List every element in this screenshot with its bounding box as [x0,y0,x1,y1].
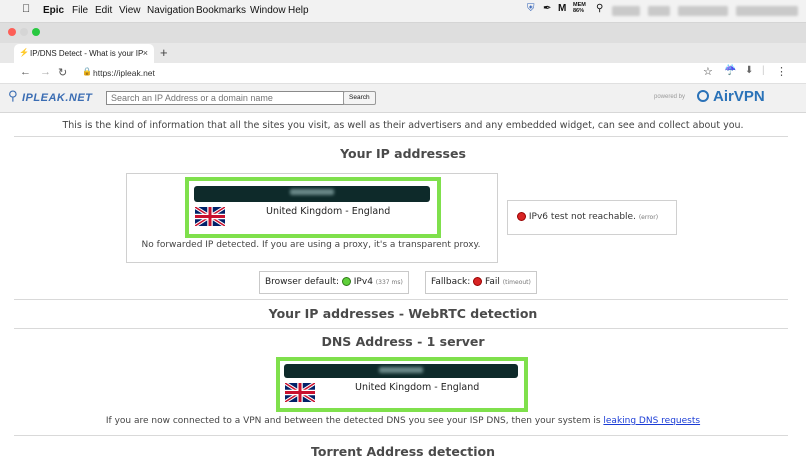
tab-title: IP/DNS Detect - What is your IP [30,49,144,58]
window-titlebar [0,23,806,43]
search-icon[interactable]: ⚲ [596,3,603,14]
redacted-dns [379,367,423,373]
divider [14,299,788,300]
ipv6-card: IPv6 test not reachable. (error) [507,200,677,235]
m-logo-icon[interactable]: M [558,3,566,14]
pen-icon[interactable]: ✒ [543,3,551,14]
status-error-dot [517,212,526,221]
info-text: This is the kind of information that all… [62,120,744,131]
back-arrow-icon[interactable]: ← [20,66,31,78]
blurred-status-item [648,6,670,16]
ip-section-heading: Your IP addresses [340,146,466,161]
favicon-icon: ⚡ [19,48,29,57]
menu-navigation[interactable]: Navigation [147,5,194,16]
divider [14,136,788,137]
menu-app-name[interactable]: Epic [43,5,64,16]
blurred-status-item [678,6,728,16]
reload-icon[interactable]: ↻ [58,66,67,79]
minimize-window-button[interactable] [20,28,28,36]
shield-icon[interactable]: ⛨ [527,3,535,14]
dns-heading: DNS Address - 1 server [321,334,485,349]
zoom-window-button[interactable] [32,28,40,36]
memory-status[interactable]: MEM 86% [573,2,586,14]
divider [14,328,788,329]
divider [14,435,788,436]
uk-flag-icon [195,207,225,226]
menu-bookmarks[interactable]: Bookmarks [196,5,246,16]
separator: | [762,65,765,76]
blurred-status-item [612,6,640,16]
uk-flag-icon [285,383,315,402]
ip-address-bar [194,186,430,202]
browser-default-ms: (337 ms) [375,279,403,286]
browser-default-label: Browser default: [265,277,340,287]
menu-window[interactable]: Window [250,5,286,16]
ipv6-status-text: IPv6 test not reachable. [528,212,636,222]
menu-edit[interactable]: Edit [95,5,112,16]
status-ok-dot [341,277,351,286]
status-error-dot [473,277,483,286]
airvpn-logo-icon [697,90,709,102]
fallback-chip: Fallback: Fail (timeout) [425,271,537,294]
airvpn-brand[interactable]: AirVPN [713,88,765,105]
dns-country: United Kingdom - England [355,382,480,393]
download-icon[interactable]: ⬇ [745,65,753,76]
forward-arrow-icon[interactable]: → [40,66,51,78]
powered-by-label: powered by [654,94,686,100]
ip-country: United Kingdom - England [266,206,391,217]
menu-help[interactable]: Help [288,5,309,16]
dns-leak-note: If you are now connected to a VPN and be… [0,416,806,426]
tab-ipleak[interactable]: ⚡ IP/DNS Detect - What is your IP × [14,44,154,63]
browser-default-value: IPv4 [353,277,373,287]
bookmark-star-icon[interactable]: ☆ [703,65,713,78]
lock-icon: 🔒 [82,67,92,76]
webrtc-heading: Your IP addresses - WebRTC detection [268,306,538,321]
logo-magnifier-icon: ⚲ [8,89,18,104]
torrent-heading: Torrent Address detection [311,444,495,459]
menu-file[interactable]: File [72,5,88,16]
forwarded-ip-note: No forwarded IP detected. If you are usi… [141,240,481,250]
redacted-ip [290,189,334,195]
menu-dots-icon[interactable]: ⋮ [776,65,787,78]
ipv6-status-tag: (error) [638,214,659,221]
search-button[interactable]: Search [343,91,376,105]
new-tab-button[interactable]: + [160,45,168,60]
url-field[interactable]: https://ipleak.net [93,68,155,78]
close-window-button[interactable] [8,28,16,36]
extension-icon[interactable]: ☔ [724,65,736,76]
fallback-tag: (timeout) [502,279,531,286]
fallback-value: Fail [485,277,500,287]
macos-menubar:  Epic File Edit View Navigation Bookmar… [0,0,806,23]
leaking-dns-link[interactable]: leaking DNS requests [603,416,700,426]
dns-address-bar [284,364,518,378]
fallback-label: Fallback: [431,277,471,287]
apple-icon[interactable]:  [22,3,30,15]
dns-note-text: If you are now connected to a VPN and be… [105,416,601,426]
blurred-status-item [736,6,798,16]
site-header: ⚲ IPLEAK.NET Search powered by AirVPN [0,84,806,113]
browser-default-chip: Browser default: IPv4 (337 ms) [259,271,409,294]
address-bar-row: ← → ↻ 🔒 https://ipleak.net ☆ ☔ ⬇ | ⋮ [0,63,806,84]
ipleak-logo[interactable]: IPLEAK.NET [22,92,92,104]
menu-view[interactable]: View [119,5,141,16]
search-input[interactable] [106,91,344,105]
close-tab-icon[interactable]: × [143,48,148,58]
